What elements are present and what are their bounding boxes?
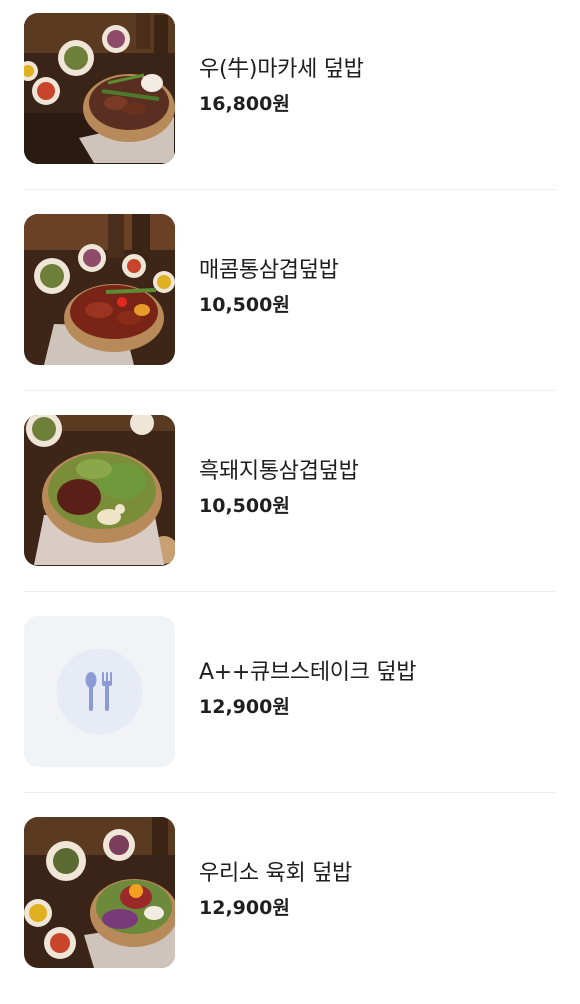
menu-item-price: 10,500원 [199, 294, 290, 316]
divider [24, 189, 556, 190]
menu-item-name: A++큐브스테이크 덮밥 [199, 660, 417, 685]
black-pork-bowl-image [24, 415, 175, 566]
menu-item-name: 흑돼지통삼겹덮밥 [199, 459, 359, 484]
menu-item-price: 12,900원 [199, 897, 290, 919]
divider [24, 390, 556, 391]
menu-item-info: 매콤통삼겹덮밥 10,500원 [199, 257, 339, 317]
beef-bowl-image [24, 13, 175, 164]
food-photo [24, 13, 175, 164]
menu-item[interactable]: A++큐브스테이크 덮밥 12,900원 [0, 603, 580, 803]
menu-item-name: 우리소 육회 덮밥 [199, 861, 352, 886]
utensils-icon [24, 616, 175, 767]
spicy-pork-bowl-image [24, 214, 175, 365]
image-placeholder [24, 616, 175, 767]
menu-item-price: 12,900원 [199, 696, 290, 718]
menu-item-info: 우(牛)마카세 덮밥 16,800원 [199, 56, 364, 116]
menu-item[interactable]: 우리소 육회 덮밥 12,900원 [0, 804, 580, 1004]
menu-list: 우(牛)마카세 덮밥 16,800원 매콤통삼겹덮밥 10,500원 흑돼지통삼… [0, 0, 580, 980]
menu-item-name: 우(牛)마카세 덮밥 [199, 57, 364, 82]
food-photo [24, 415, 175, 566]
menu-item-price: 10,500원 [199, 495, 290, 517]
menu-item-info: 흑돼지통삼겹덮밥 10,500원 [199, 458, 359, 518]
food-photo [24, 214, 175, 365]
menu-item-name: 매콤통삼겹덮밥 [199, 258, 339, 283]
menu-item-info: A++큐브스테이크 덮밥 12,900원 [199, 659, 417, 719]
yukhoe-bowl-image [24, 817, 175, 968]
divider [24, 591, 556, 592]
menu-item-price: 16,800원 [199, 93, 290, 115]
menu-item[interactable]: 우(牛)마카세 덮밥 16,800원 [0, 0, 580, 200]
divider [24, 792, 556, 793]
menu-item-info: 우리소 육회 덮밥 12,900원 [199, 860, 352, 920]
menu-item[interactable]: 매콤통삼겹덮밥 10,500원 [0, 201, 580, 401]
food-photo [24, 817, 175, 968]
menu-item[interactable]: 흑돼지통삼겹덮밥 10,500원 [0, 402, 580, 602]
